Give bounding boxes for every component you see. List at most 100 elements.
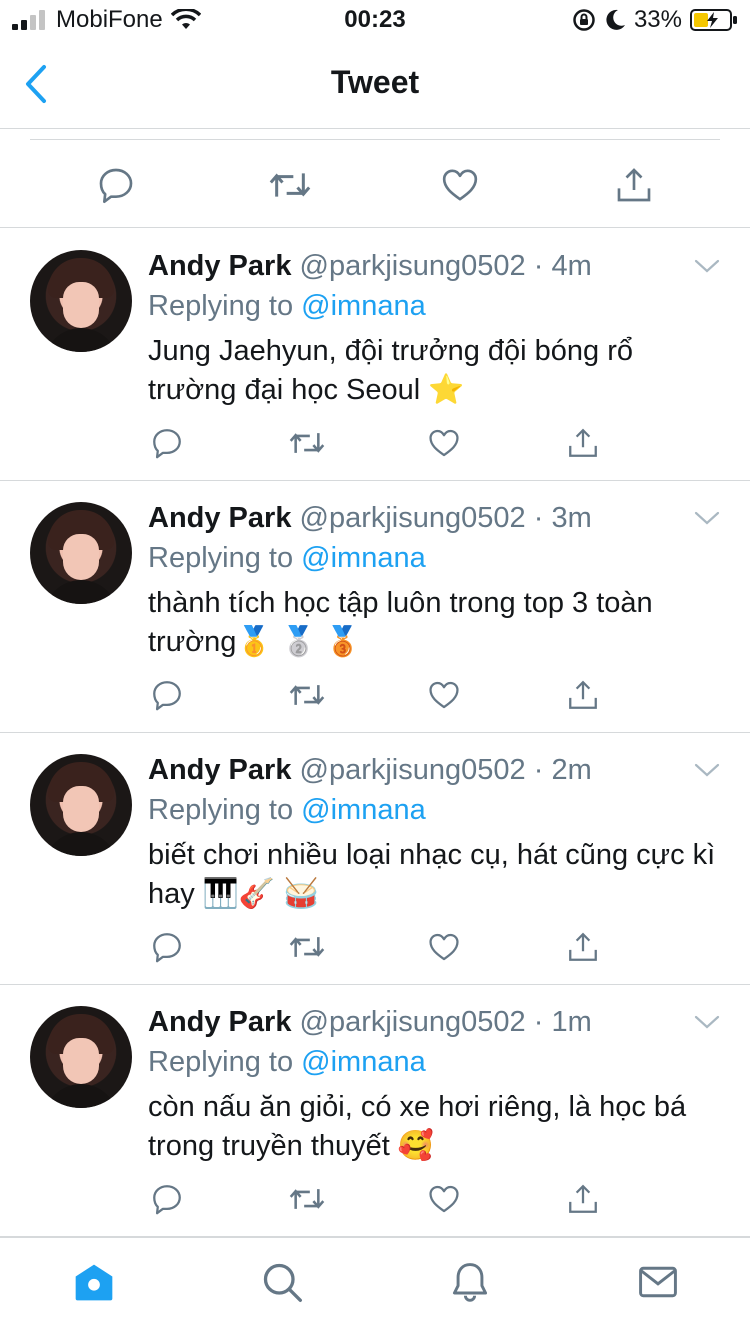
- replying-to: Replying to @imnana: [148, 794, 426, 827]
- heart-icon: [429, 429, 459, 457]
- avatar[interactable]: [30, 502, 132, 604]
- tweet-header: Andy Park @parkjisung0502 · 3m: [148, 502, 592, 535]
- share-icon: [569, 428, 597, 457]
- tab-home[interactable]: [72, 1260, 116, 1304]
- reply-button[interactable]: [96, 165, 136, 205]
- reply-button[interactable]: [150, 930, 184, 964]
- author-name[interactable]: Andy Park: [148, 250, 291, 282]
- replying-label: Replying to: [148, 290, 294, 322]
- reply-icon: [153, 933, 181, 963]
- replying-to: Replying to @imnana: [148, 1046, 426, 1079]
- author-name[interactable]: Andy Park: [148, 754, 291, 786]
- reply-icon: [153, 681, 181, 711]
- separator: ·: [533, 1006, 544, 1038]
- reply-tweet[interactable]: Andy Park @parkjisung0502 · 2m Replying …: [0, 732, 750, 985]
- share-icon: [617, 168, 651, 202]
- reply-button[interactable]: [150, 426, 184, 460]
- retweet-button[interactable]: [288, 678, 325, 712]
- author-handle[interactable]: @parkjisung0502: [300, 1006, 526, 1038]
- reply-icon: [153, 429, 181, 459]
- retweet-button[interactable]: [288, 426, 325, 460]
- chevron-down-icon: [694, 511, 720, 525]
- tweet-age: 1m: [551, 1006, 592, 1038]
- heart-icon: [429, 1185, 459, 1213]
- mail-icon: [639, 1266, 677, 1298]
- search-icon: [263, 1263, 302, 1302]
- author-handle[interactable]: @parkjisung0502: [300, 502, 526, 534]
- retweet-button[interactable]: [288, 1182, 325, 1216]
- share-icon: [569, 932, 597, 961]
- more-options-button[interactable]: [694, 258, 720, 274]
- retweet-button[interactable]: [268, 165, 311, 205]
- reply-icon: [99, 168, 133, 204]
- reply-button[interactable]: [150, 678, 184, 712]
- rotation-lock-icon: [573, 9, 595, 31]
- tweet-header: Andy Park @parkjisung0502 · 1m: [148, 1006, 592, 1039]
- tweet-header: Andy Park @parkjisung0502 · 2m: [148, 754, 592, 787]
- page-title: Tweet: [330, 64, 420, 100]
- replying-to: Replying to @imnana: [148, 542, 426, 575]
- share-button[interactable]: [566, 1182, 600, 1216]
- share-icon: [569, 680, 597, 709]
- author-handle[interactable]: @parkjisung0502: [300, 250, 526, 282]
- bell-icon: [452, 1263, 488, 1302]
- author-name[interactable]: Andy Park: [148, 502, 291, 534]
- more-options-button[interactable]: [694, 1014, 720, 1030]
- retweet-icon: [289, 433, 325, 453]
- moon-icon: [606, 9, 625, 30]
- mention-link[interactable]: @imnana: [301, 542, 426, 574]
- tweet-text: biết chơi nhiều loại nhạc cụ, hát cũng c…: [148, 839, 716, 910]
- avatar[interactable]: [30, 1006, 132, 1108]
- retweet-icon: [289, 1189, 325, 1209]
- reply-tweet[interactable]: Andy Park @parkjisung0502 · 3m Replying …: [0, 480, 750, 733]
- more-options-button[interactable]: [694, 510, 720, 526]
- retweet-icon: [269, 173, 311, 197]
- retweet-icon: [289, 937, 325, 957]
- tab-bar: [0, 1237, 750, 1335]
- tweet-age: 2m: [551, 754, 592, 786]
- mention-link[interactable]: @imnana: [301, 290, 426, 322]
- nav-bar: Tweet: [0, 40, 750, 129]
- tweet-text: còn nấu ăn giỏi, có xe hơi riêng, là học…: [148, 1091, 687, 1162]
- share-button[interactable]: [566, 426, 600, 460]
- heart-icon: [429, 933, 459, 961]
- author-handle[interactable]: @parkjisung0502: [300, 754, 526, 786]
- reply-tweet[interactable]: Andy Park @parkjisung0502 · 4m Replying …: [0, 228, 750, 481]
- like-button[interactable]: [440, 165, 480, 205]
- reply-tweet[interactable]: Andy Park @parkjisung0502 · 1m Replying …: [0, 984, 750, 1237]
- like-button[interactable]: [427, 1182, 461, 1216]
- avatar[interactable]: [30, 250, 132, 352]
- tab-notifications[interactable]: [448, 1260, 492, 1304]
- reply-button[interactable]: [150, 1182, 184, 1216]
- share-button[interactable]: [614, 165, 654, 205]
- tweet-age: 4m: [551, 250, 592, 282]
- retweet-button[interactable]: [288, 930, 325, 964]
- heart-icon: [429, 681, 459, 709]
- author-name[interactable]: Andy Park: [148, 1006, 291, 1038]
- share-button[interactable]: [566, 678, 600, 712]
- retweet-icon: [289, 685, 325, 705]
- battery-icon: [690, 9, 737, 31]
- replying-to: Replying to @imnana: [148, 290, 426, 323]
- share-button[interactable]: [566, 930, 600, 964]
- like-button[interactable]: [427, 426, 461, 460]
- separator: ·: [533, 754, 544, 786]
- mention-link[interactable]: @imnana: [301, 794, 426, 826]
- replying-label: Replying to: [148, 542, 294, 574]
- like-button[interactable]: [427, 930, 461, 964]
- battery-percent: 33%: [633, 6, 682, 33]
- tweet-header: Andy Park @parkjisung0502 · 4m: [148, 250, 592, 283]
- reply-icon: [153, 1185, 181, 1215]
- replying-label: Replying to: [148, 794, 294, 826]
- replying-label: Replying to: [148, 1046, 294, 1078]
- tab-search[interactable]: [260, 1260, 304, 1304]
- share-icon: [569, 1184, 597, 1213]
- tab-messages[interactable]: [636, 1260, 680, 1304]
- avatar[interactable]: [30, 754, 132, 856]
- heart-icon: [442, 169, 478, 201]
- more-options-button[interactable]: [694, 762, 720, 778]
- mention-link[interactable]: @imnana: [301, 1046, 426, 1078]
- like-button[interactable]: [427, 678, 461, 712]
- chevron-down-icon: [694, 763, 720, 777]
- separator: ·: [533, 250, 544, 282]
